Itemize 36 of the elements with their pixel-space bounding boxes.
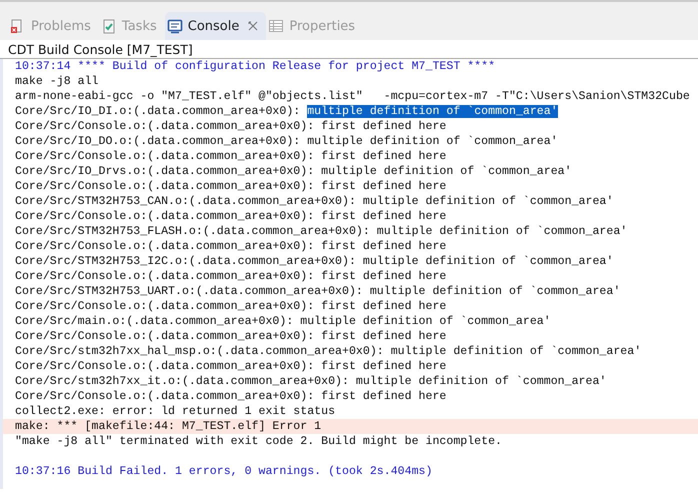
console-line: collect2.exe: error: ld returned 1 exit status	[15, 404, 336, 419]
tab[interactable]: Console	[164, 12, 266, 40]
console-line: Core/Src/STM32H753_UART.o:(.data.common_area+0x0): multiple definition of `common_area'	[15, 284, 622, 299]
console-line: Core/Src/Console.o:(.data.common_area+0x0): first defined here	[15, 239, 448, 254]
console-line: Core/Src/main.o:(.data.common_area+0x0): multiple definition of `common_area'	[15, 314, 552, 329]
console-line: Core/Src/STM32H753_FLASH.o:(.data.common_area+0x0): multiple definition of `common_area'	[15, 224, 628, 239]
console-line: Core/Src/Console.o:(.data.common_area+0x0): first defined here	[15, 299, 448, 314]
console-line: Core/Src/Console.o:(.data.common_area+0x0): first defined here	[15, 359, 448, 374]
console-line: 10:37:16 Build Failed. 1 errors, 0 warnings. (took 2s.404ms)	[15, 464, 434, 479]
table-icon	[268, 18, 284, 34]
console-line: Core/Src/Console.o:(.data.common_area+0x0): first defined here	[15, 389, 448, 404]
console-line: make -j8 all	[15, 74, 100, 89]
console-line: Core/Src/Console.o:(.data.common_area+0x0): first defined here	[15, 179, 448, 194]
console-line: "make -j8 all" terminated with exit code 2. Build might be incomplete.	[15, 434, 504, 449]
tab[interactable]: Problems	[8, 12, 99, 40]
console-line: Core/Src/IO_Drvs.o:(.data.common_area+0x0): multiple definition of `common_area'	[15, 164, 573, 179]
monitor-icon	[166, 18, 183, 34]
console-line: Core/Src/Console.o:(.data.common_area+0x0): first defined here	[15, 209, 448, 224]
console-line: 10:37:14 **** Build of configuration Release for project M7_TEST ****	[15, 59, 496, 74]
console-line: Core/Src/STM32H753_CAN.o:(.data.common_area+0x0): multiple definition of `common_area'	[15, 194, 614, 209]
console-line: Core/Src/stm32h7xx_it.o:(.data.common_area+0x0): multiple definition of `common_area'	[15, 374, 608, 389]
console-line: Core/Src/Console.o:(.data.common_area+0x0): first defined here	[15, 119, 448, 134]
tab[interactable]: Tasks	[98, 12, 165, 40]
console-line: Core/Src/stm32h7xx_hal_msp.o:(.data.common_area+0x0): multiple definition of `common_area'	[15, 344, 642, 359]
console-line: Core/Src/Console.o:(.data.common_area+0x0): first defined here	[15, 269, 448, 284]
close-icon[interactable]	[248, 21, 258, 31]
console-line: arm-none-eabi-gcc -o "M7_TEST.elf" @"objects.list" -mcpu=cortex-m7 -T"C:\Users\Sanion\STM32Cube	[15, 89, 691, 104]
console-title: CDT Build Console [M7_TEST]	[0, 40, 698, 59]
console-line: Core/Src/STM32H753_I2C.o:(.data.common_area+0x0): multiple definition of `common_area'	[15, 254, 614, 269]
clipboard-check-icon	[100, 18, 117, 34]
console-text: Core/Src/IO_DI.o:(.data.common_area+0x0):	[15, 105, 302, 118]
console-line: Core/Src/Console.o:(.data.common_area+0x0): first defined here	[15, 149, 448, 164]
tab[interactable]: Properties	[266, 12, 364, 40]
console-line: Core/Src/Console.o:(.data.common_area+0x0): first defined here	[15, 329, 448, 344]
console-line: Core/Src/IO_DO.o:(.data.common_area+0x0): multiple definition of `common_area'	[15, 134, 559, 149]
selected-text: multiple definition of `common_area'	[307, 105, 558, 118]
